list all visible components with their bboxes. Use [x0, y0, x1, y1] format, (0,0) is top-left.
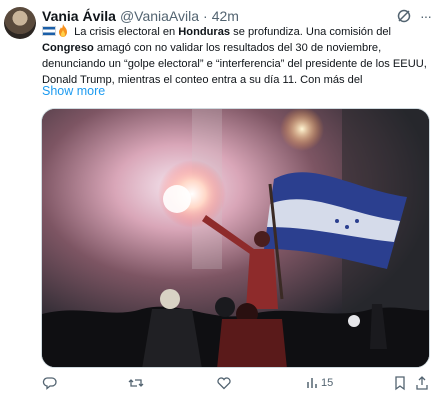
reply-icon [42, 377, 57, 390]
tweet-text-bold: Honduras [178, 26, 231, 38]
honduras-flag-icon [42, 26, 56, 36]
show-more-link[interactable]: Show more [42, 84, 105, 98]
tweet-text-part: se profundiza. Una comisión del [230, 26, 392, 38]
author-name[interactable]: Vania Ávila [42, 8, 116, 24]
grok-icon[interactable] [396, 8, 412, 24]
tweet-text-part: La crisis electoral en [71, 26, 179, 38]
views-count: 15 [321, 377, 334, 389]
author-handle[interactable]: @VaniaAvila [120, 8, 199, 24]
avatar[interactable] [4, 7, 36, 39]
retweet-icon [128, 379, 144, 387]
bookmark-button[interactable] [392, 374, 408, 392]
tweet-text-bold: Congreso [42, 42, 94, 54]
fire-icon [59, 24, 67, 37]
separator: · [203, 8, 208, 24]
tweet-text: La crisis electoral en Honduras se profu… [42, 24, 432, 88]
more-icon[interactable]: ··· [420, 8, 436, 24]
like-button[interactable] [216, 374, 232, 392]
share-icon [416, 376, 428, 390]
retweet-button[interactable] [128, 374, 144, 392]
tweet-photo[interactable] [41, 108, 430, 368]
tweet-actions: 15 [0, 374, 438, 394]
views-icon [307, 378, 317, 388]
tweet-header: Vania Ávila @VaniaAvila · 42m [42, 6, 239, 26]
tweet-text-part: amagó con no validar los resultados del … [42, 42, 427, 86]
share-button[interactable] [414, 374, 430, 392]
like-icon [217, 377, 231, 390]
reply-button[interactable] [42, 374, 58, 392]
bookmark-icon [395, 376, 405, 391]
timestamp[interactable]: 42m [212, 8, 239, 24]
tweet[interactable]: Vania Ávila @VaniaAvila · 42m ··· La cri… [0, 0, 438, 401]
views-button[interactable]: 15 [305, 374, 333, 392]
